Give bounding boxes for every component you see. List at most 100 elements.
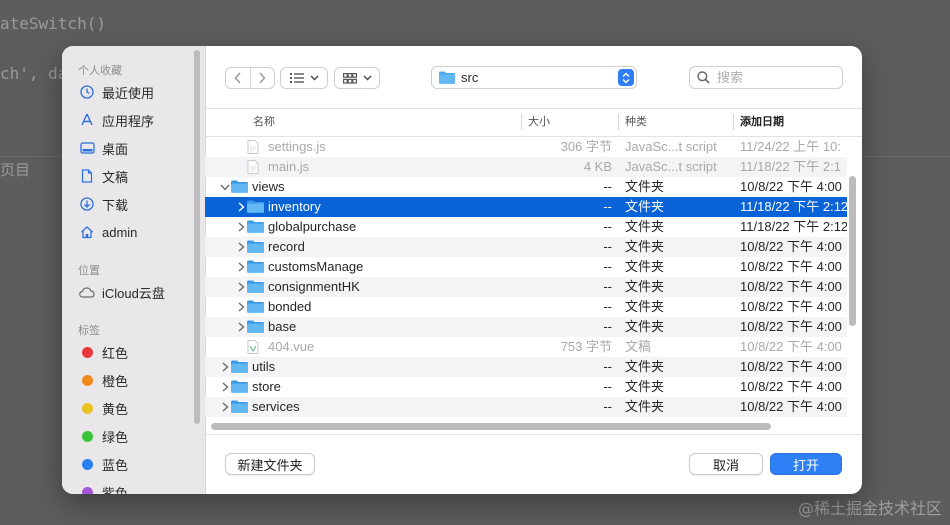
- sidebar-item-tag[interactable]: 绿色: [79, 425, 199, 447]
- folder-icon: [231, 380, 248, 396]
- disclosure-collapsed-icon[interactable]: [219, 377, 231, 397]
- grid-view-button[interactable]: [334, 67, 380, 89]
- background-text: 页目: [0, 161, 31, 179]
- tag-color-dot-icon: [82, 374, 93, 386]
- file-size: --: [603, 299, 612, 314]
- disclosure-collapsed-icon[interactable]: [235, 277, 247, 297]
- horizontal-scrollbar[interactable]: [211, 423, 771, 430]
- folder-row[interactable]: utils -- 文件夹 10/8/22 下午 4:00: [205, 357, 847, 377]
- file-kind: 文件夹: [625, 239, 665, 254]
- file-name: store: [252, 379, 281, 394]
- sidebar-item-tag[interactable]: 橙色: [79, 369, 199, 391]
- folder-row[interactable]: store -- 文件夹 10/8/22 下午 4:00: [205, 377, 847, 397]
- file-date-added: 10/8/22 下午 4:00: [740, 399, 842, 414]
- file-icon: [247, 140, 259, 157]
- forward-button[interactable]: [249, 68, 275, 88]
- open-file-dialog: 个人收藏 位置 标签 最近使用 应用程序 桌面 文稿 下载 admin iCloud云盘 红色…: [62, 46, 862, 494]
- download-icon: [79, 196, 95, 212]
- file-name: record: [268, 239, 305, 254]
- file-date-added: 11/18/22 下午 2:1: [740, 159, 841, 174]
- folder-icon: [247, 240, 264, 256]
- current-folder-name: src: [461, 70, 479, 85]
- sidebar-item-tag[interactable]: 黄色: [79, 397, 199, 419]
- disclosure-collapsed-icon[interactable]: [235, 237, 247, 257]
- folder-icon: [247, 280, 264, 296]
- cloud-icon: [79, 284, 95, 300]
- tags-section-title: 标签: [78, 325, 100, 337]
- column-divider[interactable]: [733, 114, 734, 130]
- up-down-arrows-icon: [618, 69, 634, 86]
- file-date-added: 11/18/22 下午 2:12: [740, 219, 847, 234]
- sidebar-item-tag[interactable]: 红色: [79, 341, 199, 363]
- file-size: --: [603, 259, 612, 274]
- folder-row[interactable]: bonded -- 文件夹 10/8/22 下午 4:00: [205, 297, 847, 317]
- tag-color-dot-icon: [82, 402, 93, 414]
- folder-row[interactable]: inventory -- 文件夹 11/18/22 下午 2:12: [205, 197, 847, 217]
- column-size[interactable]: 大小: [528, 108, 550, 136]
- search-field[interactable]: [689, 66, 843, 89]
- clock-icon: [79, 84, 95, 100]
- folder-row[interactable]: base -- 文件夹 10/8/22 下午 4:00: [205, 317, 847, 337]
- disclosure-collapsed-icon[interactable]: [235, 317, 247, 337]
- folder-row[interactable]: views -- 文件夹 10/8/22 下午 4:00: [205, 177, 847, 197]
- file-row[interactable]: main.js 4 KB JavaSc...t script 11/18/22 下午 …: [205, 157, 847, 177]
- sidebar-item-label: 绿色: [102, 429, 129, 445]
- disclosure-collapsed-icon[interactable]: [235, 257, 247, 277]
- disclosure-collapsed-icon[interactable]: [235, 297, 247, 317]
- file-kind: 文件夹: [625, 279, 665, 294]
- column-divider[interactable]: [521, 114, 522, 130]
- file-size: --: [603, 279, 612, 294]
- disclosure-collapsed-icon[interactable]: [235, 217, 247, 237]
- sidebar-item-tag[interactable]: 蓝色: [79, 453, 199, 475]
- open-button[interactable]: 打开: [770, 453, 842, 475]
- horizontal-scroll-track: [205, 418, 862, 433]
- folder-row[interactable]: record -- 文件夹 10/8/22 下午 4:00: [205, 237, 847, 257]
- file-kind: 文件夹: [625, 199, 665, 214]
- sidebar-item-favorite[interactable]: 最近使用: [79, 81, 199, 103]
- cancel-button[interactable]: 取消: [689, 453, 763, 475]
- file-row[interactable]: 404.vue 753 字节 文稿 10/8/22 下午 4:00: [205, 337, 847, 357]
- disclosure-collapsed-icon[interactable]: [219, 397, 231, 417]
- sidebar-item-tag[interactable]: 紫色: [79, 481, 199, 494]
- file-kind: 文件夹: [625, 219, 665, 234]
- folder-row[interactable]: globalpurchase -- 文件夹 11/18/22 下午 2:12: [205, 217, 847, 237]
- file-size: 753 字节: [560, 339, 612, 354]
- sidebar-item-favorite[interactable]: 应用程序: [79, 109, 199, 131]
- file-date-added: 10/8/22 下午 4:00: [740, 179, 842, 194]
- tag-color-dot-icon: [82, 486, 93, 494]
- grid-view-icon: [342, 72, 357, 84]
- file-kind: 文件夹: [625, 179, 665, 194]
- column-header: 名称 大小 种类 添加日期: [205, 108, 862, 137]
- back-button[interactable]: [226, 68, 250, 88]
- sidebar-item-favorite[interactable]: 文稿: [79, 165, 199, 187]
- new-folder-button[interactable]: 新建文件夹: [225, 453, 315, 475]
- disclosure-collapsed-icon[interactable]: [235, 197, 247, 217]
- folder-icon: [231, 360, 248, 376]
- file-row[interactable]: settings.js 306 字节 JavaSc...t script 11/24/…: [205, 137, 847, 157]
- disclosure-expanded-icon[interactable]: [219, 177, 231, 197]
- file-kind: 文稿: [625, 339, 652, 354]
- file-name: main.js: [268, 159, 310, 174]
- search-input[interactable]: [715, 69, 829, 86]
- column-name[interactable]: 名称: [253, 108, 275, 136]
- list-view-button[interactable]: [280, 67, 328, 89]
- file-kind: 文件夹: [625, 299, 665, 314]
- location-popup[interactable]: src: [431, 66, 637, 89]
- column-divider[interactable]: [618, 114, 619, 130]
- file-kind: JavaSc...t script: [625, 159, 717, 174]
- sidebar-item-favorite[interactable]: 下载: [79, 193, 199, 215]
- document-icon: [79, 168, 95, 184]
- folder-row[interactable]: services -- 文件夹 10/8/22 下午 4:00: [205, 397, 847, 417]
- sidebar-item-location[interactable]: iCloud云盘: [79, 281, 199, 303]
- column-date-added[interactable]: 添加日期: [740, 108, 784, 136]
- file-kind: 文件夹: [625, 359, 665, 374]
- disclosure-collapsed-icon[interactable]: [219, 357, 231, 377]
- folder-row[interactable]: consignmentHK -- 文件夹 10/8/22 下午 4:00: [205, 277, 847, 297]
- folder-icon: [247, 220, 264, 236]
- vertical-scrollbar[interactable]: [849, 176, 856, 326]
- folder-row[interactable]: customsManage -- 文件夹 10/8/22 下午 4:00: [205, 257, 847, 277]
- column-kind[interactable]: 种类: [625, 108, 647, 136]
- sidebar-item-favorite[interactable]: admin: [79, 221, 199, 243]
- chevron-left-icon: [234, 72, 241, 84]
- sidebar-item-favorite[interactable]: 桌面: [79, 137, 199, 159]
